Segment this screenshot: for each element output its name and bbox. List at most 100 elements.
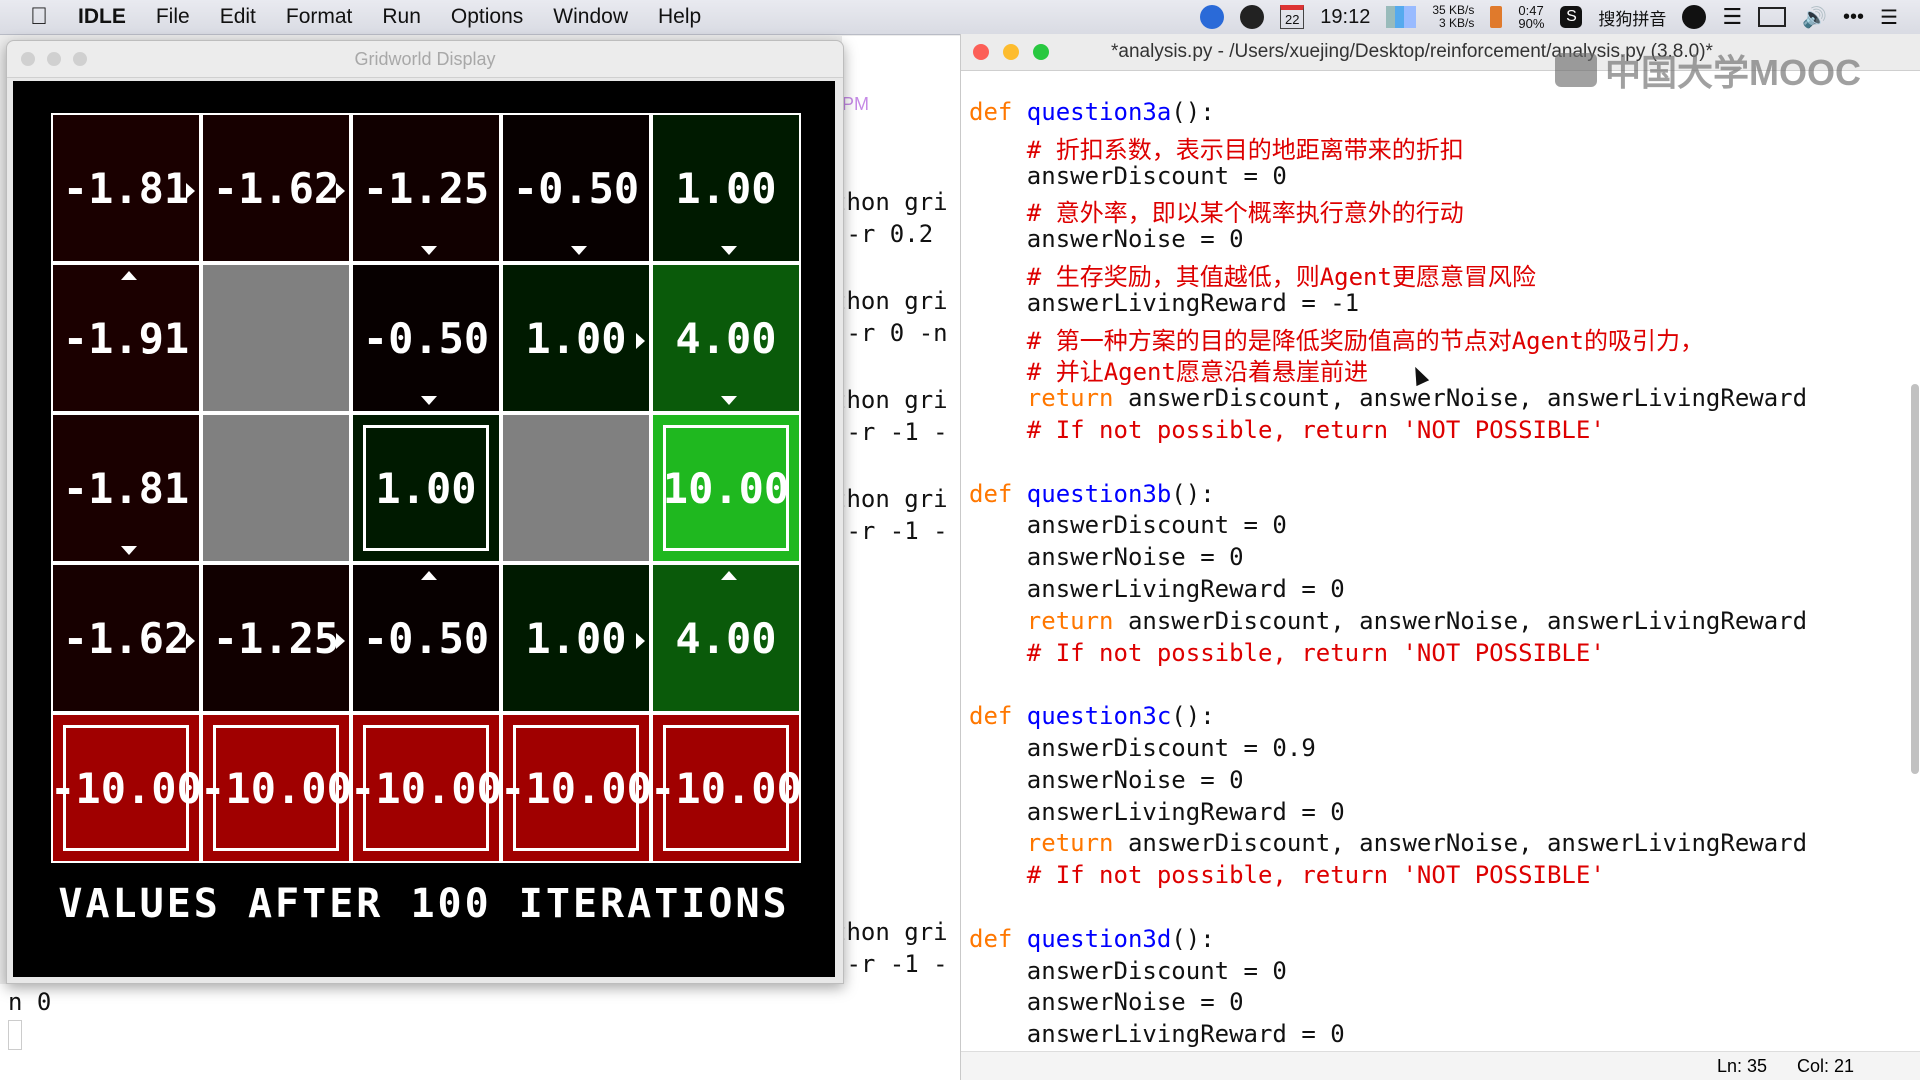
code-line: # 第一种方案的目的是降低奖励值高的节点对Agent的吸引力， xyxy=(969,321,1704,355)
code-line: def question3d(): xyxy=(969,925,1215,956)
cell-value: 1.00 xyxy=(375,463,477,513)
code-token: answerDiscount, answerNoise, answerLivin… xyxy=(1113,384,1808,413)
ime-icon[interactable]: S xyxy=(1560,6,1583,28)
menu-run[interactable]: Run xyxy=(382,5,421,29)
more-icon[interactable]: ••• xyxy=(1843,6,1864,29)
code-token: # 生存奖励，其值越低，则Agent更愿意冒风险 xyxy=(969,263,1536,291)
code-line: answerNoise = 0 xyxy=(969,225,1244,256)
code-token: answerNoise = 0 xyxy=(969,543,1244,572)
code-token: # 意外率，即以某个概率执行意外的行动 xyxy=(969,199,1464,228)
zoom-button[interactable] xyxy=(1033,44,1049,60)
battery-icon[interactable] xyxy=(1490,6,1503,28)
policy-arrow-up-icon xyxy=(121,271,137,280)
calendar-icon[interactable]: 22 xyxy=(1280,5,1305,29)
code-line: answerDiscount = 0 xyxy=(969,957,1287,988)
notification-center-icon[interactable]: ☰ xyxy=(1880,5,1898,30)
grid-cell: -1.25 xyxy=(201,563,351,713)
code-line: return answerDiscount, answerNoise, answ… xyxy=(969,607,1807,638)
policy-arrow-right-icon xyxy=(336,183,345,199)
airplay-icon[interactable] xyxy=(1758,7,1787,27)
editor-titlebar[interactable]: *analysis.py - /Users/xuejing/Desktop/re… xyxy=(961,34,1920,93)
column-number: Col: 21 xyxy=(1797,1056,1855,1076)
wifi-icon[interactable]: ☰ xyxy=(1722,4,1742,30)
cell-value: -10.00 xyxy=(500,763,652,813)
cell-value: 10.00 xyxy=(662,463,790,513)
editor-status-bar: Ln: 35 Col: 21 xyxy=(961,1051,1920,1080)
code-line: answerLivingReward = -1 xyxy=(969,289,1359,320)
code-line: answerNoise = 0 xyxy=(969,766,1244,797)
code-token: (): xyxy=(1171,479,1215,508)
code-token: answerLivingReward = 0 xyxy=(969,797,1345,826)
bluetooth-icon[interactable] xyxy=(1200,5,1225,29)
ime-label[interactable]: 搜狗拼音 xyxy=(1598,5,1666,30)
code-token: answerDiscount = 0 xyxy=(969,161,1287,190)
gridworld-titlebar[interactable]: Gridworld Display xyxy=(7,41,843,78)
menu-file[interactable]: File xyxy=(156,5,190,29)
code-token: # 第一种方案的目的是降低奖励值高的节点对Agent的吸引力， xyxy=(969,326,1704,355)
minimize-button[interactable] xyxy=(1003,44,1019,60)
grid-cell: -10.00 xyxy=(200,713,352,863)
menu-options[interactable]: Options xyxy=(451,5,523,29)
policy-arrow-down-icon xyxy=(421,246,437,255)
code-token: answerLivingReward = 0 xyxy=(969,1020,1345,1049)
shell-line: thon gri xyxy=(842,287,948,315)
vertical-scrollbar[interactable] xyxy=(1911,384,1919,774)
sync-icon[interactable] xyxy=(1682,5,1707,29)
battery-percent: 90% xyxy=(1518,16,1545,31)
menu-app-name[interactable]: IDLE xyxy=(78,5,126,29)
clock[interactable]: 19:12 xyxy=(1320,6,1370,29)
python-shell[interactable]: PM thon gri -r 0.2 thon gri -r 0 -n thon… xyxy=(842,36,960,1080)
cell-value: -0.50 xyxy=(362,613,490,663)
shell-bottom-area[interactable]: n 0 xyxy=(0,984,842,1080)
code-line: def question3c(): xyxy=(969,702,1215,733)
menu-window[interactable]: Window xyxy=(553,5,628,29)
code-token: answerLivingReward = -1 xyxy=(969,288,1360,317)
volume-icon[interactable]: 🔊 xyxy=(1802,5,1827,30)
gridworld-window[interactable]: Gridworld Display -1.81 -1.62 -1.25 -0.50 1.… xyxy=(6,40,844,984)
grid-cell: -0.50 xyxy=(351,563,501,713)
menu-format[interactable]: Format xyxy=(286,5,353,29)
code-token: def xyxy=(969,702,1027,731)
grid-cell: -1.91 xyxy=(51,263,201,413)
shell-input-caret[interactable] xyxy=(8,1020,22,1050)
shell-line: -r 0.2 xyxy=(842,220,934,248)
code-line: answerLivingReward = 0 xyxy=(969,1020,1345,1051)
app-status-icon[interactable] xyxy=(1240,5,1265,29)
code-token: question3b xyxy=(1026,479,1172,508)
code-line: answerLivingReward = 0 xyxy=(969,798,1345,829)
cell-value: -1.81 xyxy=(62,463,190,513)
code-token: def xyxy=(969,479,1027,508)
code-token: question3c xyxy=(1026,702,1172,731)
grid-cell: 1.00 xyxy=(651,113,801,263)
code-line: return answerDiscount, answerNoise, answ… xyxy=(969,829,1807,860)
grid-cell: -0.50 xyxy=(351,263,501,413)
code-token: return xyxy=(1026,606,1114,635)
code-token: def xyxy=(969,924,1027,953)
code-token: return xyxy=(1026,384,1114,413)
close-button[interactable] xyxy=(973,44,989,60)
code-token: # 折扣系数，表示目的地距离带来的折扣 xyxy=(969,135,1464,164)
code-token: return xyxy=(1026,829,1114,858)
menu-help[interactable]: Help xyxy=(658,5,701,29)
status-area: 22 19:12 35 KB/s 3 KB/s 0:47 90% S 搜狗拼音 … xyxy=(1200,0,1898,34)
shell-line: -r -1 - xyxy=(842,418,948,446)
code-line: def question3b(): xyxy=(969,480,1215,511)
cell-value: -1.25 xyxy=(212,613,340,663)
grid-cell: -0.50 xyxy=(501,113,651,263)
code-line: answerDiscount = 0.9 xyxy=(969,734,1316,765)
iterations-caption: VALUES AFTER 100 ITERATIONS xyxy=(58,881,790,927)
code-line: answerNoise = 0 xyxy=(969,543,1244,574)
menu-edit[interactable]: Edit xyxy=(220,5,256,29)
editor-window[interactable]: *analysis.py - /Users/xuejing/Desktop/re… xyxy=(960,34,1920,1080)
grid-cell: -10.00 xyxy=(350,713,502,863)
policy-arrow-down-icon xyxy=(721,396,737,405)
apple-icon[interactable]:  xyxy=(30,4,56,30)
code-token: answerNoise = 0 xyxy=(969,988,1244,1017)
grid-cell: 10.00 xyxy=(651,413,801,563)
code-token: answerDiscount = 0 xyxy=(969,956,1287,985)
code-line: # 折扣系数，表示目的地距离带来的折扣 xyxy=(969,130,1464,164)
code-token: # If not possible, return 'NOT POSSIBLE' xyxy=(969,861,1605,890)
cell-value: 4.00 xyxy=(675,613,777,663)
